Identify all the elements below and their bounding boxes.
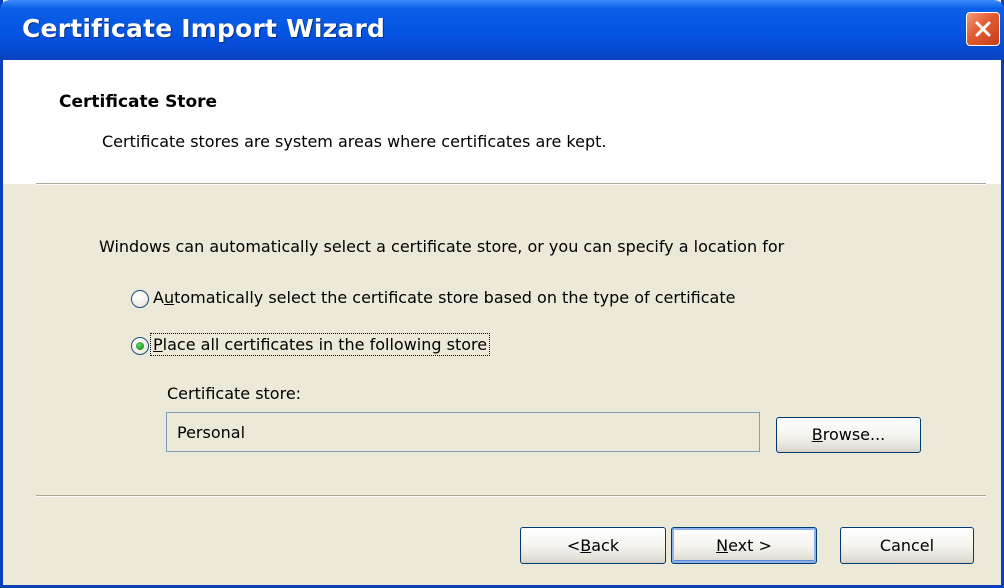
label-text: rowse... bbox=[822, 425, 886, 444]
title-bar[interactable]: Certificate Import Wizard bbox=[0, 0, 1004, 60]
window-title: Certificate Import Wizard bbox=[22, 14, 386, 43]
header-panel bbox=[3, 60, 1001, 184]
intro-text: Windows can automatically select a certi… bbox=[99, 237, 785, 256]
section-subtitle: Certificate stores are system areas wher… bbox=[102, 132, 607, 151]
radio-auto-select[interactable] bbox=[131, 290, 149, 308]
radio-auto-select-label[interactable]: Automatically select the certificate sto… bbox=[151, 287, 737, 308]
close-button[interactable] bbox=[966, 12, 1000, 46]
label-text: A bbox=[153, 288, 164, 307]
certificate-store-field[interactable]: Personal bbox=[166, 412, 760, 452]
radio-place-in-store[interactable] bbox=[131, 337, 149, 355]
cancel-button[interactable]: Cancel bbox=[840, 527, 974, 564]
access-key: P bbox=[153, 335, 163, 354]
label-text: lace all certificates in the following s… bbox=[162, 335, 488, 354]
radio-selected-dot bbox=[136, 342, 144, 350]
access-key: B bbox=[811, 425, 823, 444]
back-button[interactable]: < Back bbox=[520, 527, 666, 564]
access-key: B bbox=[580, 536, 592, 555]
access-key: N bbox=[716, 536, 729, 555]
browse-button[interactable]: Browse... bbox=[776, 417, 921, 453]
next-button[interactable]: Next > bbox=[671, 527, 817, 564]
footer-divider bbox=[36, 495, 986, 497]
header-divider bbox=[36, 183, 986, 185]
label-text: ext > bbox=[728, 536, 772, 555]
close-icon bbox=[975, 21, 991, 37]
label-text: tomatically select the certificate store… bbox=[174, 288, 736, 307]
certificate-store-label: Certificate store: bbox=[167, 384, 302, 403]
section-title: Certificate Store bbox=[59, 92, 218, 112]
label-text: ack bbox=[591, 536, 620, 555]
label-text: < bbox=[566, 536, 581, 555]
radio-place-in-store-label[interactable]: Place all certificates in the following … bbox=[149, 333, 491, 356]
access-key: u bbox=[163, 288, 175, 307]
